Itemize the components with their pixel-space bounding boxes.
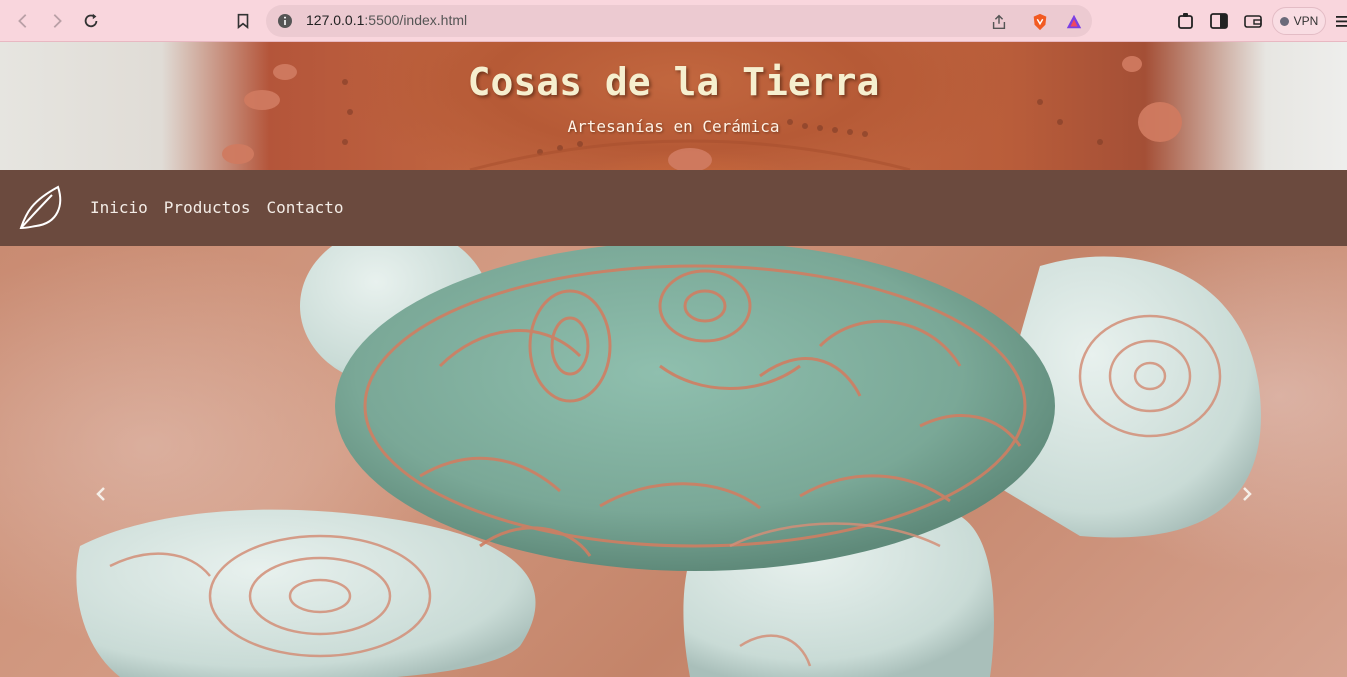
ceramic-turtle-photo (76, 246, 1261, 677)
vpn-status-icon (1279, 16, 1289, 26)
site-info-icon[interactable] (277, 13, 293, 29)
sidebar-icon[interactable] (1209, 11, 1229, 31)
site-header: Cosas de la Tierra Artesanías en Cerámic… (0, 42, 1347, 170)
bookmark-icon (237, 13, 249, 29)
browser-toolbar: 127.0.0.1:5500/index.html VPN (0, 0, 1347, 42)
site-title: Cosas de la Tierra (467, 60, 880, 104)
carousel-prev-button[interactable] (89, 482, 113, 506)
share-icon[interactable] (990, 13, 1008, 31)
carousel-next-button[interactable] (1235, 482, 1259, 506)
nav-link-inicio[interactable]: Inicio (90, 198, 148, 217)
product-carousel (0, 246, 1347, 677)
nav-link-productos[interactable]: Productos (164, 198, 251, 217)
back-button[interactable] (12, 10, 34, 32)
url-text[interactable]: 127.0.0.1:5500/index.html (306, 12, 467, 28)
arrow-left-icon (18, 14, 27, 28)
main-navbar: Inicio Productos Contacto (0, 170, 1347, 246)
extensions-icon[interactable] (1176, 11, 1196, 31)
chevron-right-icon (1243, 487, 1252, 501)
brave-rewards-icon[interactable] (1065, 13, 1083, 31)
reload-button[interactable] (80, 10, 102, 32)
bookmark-button[interactable] (232, 10, 254, 32)
url-host: 127.0.0.1 (306, 12, 365, 28)
arrow-right-icon (53, 14, 62, 28)
reload-icon (84, 13, 98, 28)
vpn-button[interactable]: VPN (1272, 7, 1326, 35)
chevron-left-icon (96, 487, 105, 501)
site-subtitle: Artesanías en Cerámica (567, 117, 780, 136)
forward-button[interactable] (46, 10, 68, 32)
nav-link-contacto[interactable]: Contacto (267, 198, 344, 217)
nav-links: Inicio Productos Contacto (90, 198, 344, 217)
address-bar[interactable]: 127.0.0.1:5500/index.html (266, 5, 1092, 37)
url-path: :5500/index.html (364, 12, 468, 28)
menu-icon[interactable] (1334, 11, 1347, 31)
vpn-label: VPN (1293, 14, 1319, 28)
brave-shield-icon[interactable] (1031, 13, 1049, 31)
leaf-icon[interactable] (18, 183, 64, 231)
wallet-icon[interactable] (1243, 11, 1263, 31)
